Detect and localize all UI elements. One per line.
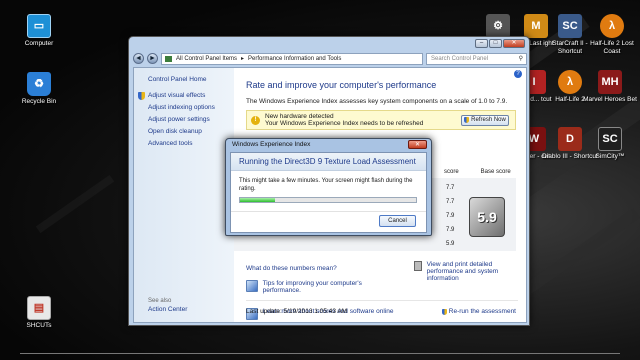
base-score-tile: 5.9 <box>469 197 505 237</box>
address-bar[interactable]: All Control Panel Items ▸ Performance In… <box>161 52 423 65</box>
printer-icon <box>414 261 422 271</box>
rerun-assessment[interactable]: Re-run the assessment <box>441 308 516 315</box>
window-controls: – □ ✕ <box>475 39 525 48</box>
dialog-message: This might take a few minutes. Your scre… <box>239 178 413 192</box>
progress-fill <box>240 198 276 202</box>
sidebar-item-disk-cleanup[interactable]: Open disk cleanup <box>148 126 234 138</box>
divider <box>246 300 518 301</box>
subscore-value: 7.7 <box>446 185 455 191</box>
desktop-icon-marvel-heroes[interactable]: MH Marvel Heroes Bet <box>580 70 640 104</box>
sidebar-control-panel-home[interactable]: Control Panel Home <box>148 74 234 86</box>
base-score-header: Base score <box>480 169 511 175</box>
maximize-button[interactable]: □ <box>489 39 502 48</box>
dialog-title: Windows Experience Index <box>232 141 311 148</box>
uac-shield-icon <box>441 308 447 315</box>
subscore-column: 7.7 7.7 7.9 7.9 5.9 <box>446 181 454 251</box>
desktop-icon-label: SHCUTs <box>26 322 52 329</box>
search-icon: ⚲ <box>518 56 523 62</box>
print-details-link[interactable]: View and print detailed performance and … <box>427 261 524 282</box>
uac-shield-icon <box>138 92 145 100</box>
address-bar-row: ◄ ► All Control Panel Items ▸ Performanc… <box>133 52 527 65</box>
desktop-icon-recycle-bin[interactable]: ♻ Recycle Bin <box>9 72 69 106</box>
desktop-icon-label: Marvel Heroes Bet <box>583 96 637 103</box>
sidebar-item-advanced-tools[interactable]: Advanced tools <box>148 138 234 150</box>
tips-icon <box>246 280 258 292</box>
refresh-now-button[interactable]: Refresh Now <box>461 114 509 126</box>
control-panel-icon <box>165 55 172 62</box>
desktop-icon-label: Recycle Bin <box>21 98 57 105</box>
rerun-assessment-link[interactable]: Re-run the assessment <box>449 308 516 315</box>
subscore-header: score <box>444 169 459 175</box>
recycle-bin-icon: ♻ <box>27 72 51 96</box>
assessment-progress-bar <box>239 197 417 203</box>
subscore-value: 7.7 <box>446 199 455 205</box>
tips-row: Tips for improving your computer's perfo… <box>246 280 396 294</box>
uac-shield-icon <box>464 117 470 123</box>
new-hardware-notice: ! New hardware detected Your Windows Exp… <box>246 110 516 130</box>
info-icon: ! <box>251 115 260 125</box>
notice-text: New hardware detected Your Windows Exper… <box>265 113 423 127</box>
score-table-header: score Base score <box>444 169 511 175</box>
subscore-value: 7.9 <box>446 213 455 219</box>
desktop-divider <box>20 353 620 354</box>
notice-line: New hardware detected <box>265 113 334 120</box>
notice-line: Your Windows Experience Index needs to b… <box>265 120 424 127</box>
what-numbers-row: What do these numbers mean? <box>246 265 337 272</box>
marvel-icon: MH <box>598 70 622 94</box>
breadcrumb-item[interactable]: Performance Information and Tools <box>248 56 341 62</box>
sidebar-item-indexing[interactable]: Adjust indexing options <box>148 102 234 114</box>
desktop-icon-shcuts[interactable]: ▤ SHCUTs <box>9 296 69 330</box>
close-button[interactable]: ✕ <box>503 39 525 48</box>
desktop-icon-simcity[interactable]: SC SimCity™ <box>580 127 640 161</box>
tips-link[interactable]: Tips for improving your computer's perfo… <box>263 280 396 294</box>
breadcrumb-separator-icon: ▸ <box>241 56 245 62</box>
computer-icon: ▭ <box>27 14 51 38</box>
what-numbers-link[interactable]: What do these numbers mean? <box>246 265 337 272</box>
desktop-icon-label: SimCity™ <box>595 153 625 160</box>
search-placeholder: Search Control Panel <box>431 55 489 62</box>
subscore-value: 7.9 <box>446 227 455 233</box>
back-button[interactable]: ◄ <box>133 53 144 64</box>
breadcrumb-item[interactable]: All Control Panel Items <box>176 56 237 62</box>
assessment-dialog: Windows Experience Index ✕ Running the D… <box>225 138 432 236</box>
desktop-icon-computer[interactable]: ▭ Computer <box>9 14 69 48</box>
page-title: Rate and improve your computer's perform… <box>246 80 437 90</box>
diablo-icon: D <box>558 127 582 151</box>
half-life-icon: λ <box>600 14 624 38</box>
dialog-close-button[interactable]: ✕ <box>408 140 427 149</box>
dialog-heading: Running the Direct3D 9 Texture Load Asse… <box>231 153 426 171</box>
sidebar: Control Panel Home Adjust visual effects… <box>134 68 234 322</box>
refresh-now-label: Refresh Now <box>471 117 506 123</box>
subscore-value: 5.9 <box>446 241 455 247</box>
cancel-button[interactable]: Cancel <box>379 215 416 227</box>
dialog-body: Running the Direct3D 9 Texture Load Asse… <box>230 152 427 233</box>
dialog-divider <box>231 211 426 212</box>
search-input[interactable]: Search Control Panel ⚲ <box>426 52 527 65</box>
forward-button[interactable]: ► <box>147 53 158 64</box>
minimize-button[interactable]: – <box>475 39 488 48</box>
sidebar-item-label: Adjust visual effects <box>148 92 206 99</box>
simcity-icon: SC <box>598 127 622 151</box>
action-center-link[interactable]: Action Center <box>148 304 187 316</box>
background-streak <box>35 174 115 234</box>
starcraft-icon: SC <box>558 14 582 38</box>
folder-icon: ▤ <box>27 296 51 320</box>
sidebar-item-visual-effects[interactable]: Adjust visual effects <box>138 90 234 102</box>
help-icon[interactable]: ? <box>514 70 522 78</box>
desktop-icon-half-life-lost-coast[interactable]: λ Half-Life 2 Lost Coast <box>582 14 640 56</box>
last-update-text: Last update: 5/19/2013 1:05:43 AM <box>246 308 348 315</box>
half-life-icon: λ <box>558 70 582 94</box>
desktop-icon-label: Computer <box>24 40 54 47</box>
desktop-icon-label: Half-Life 2 Lost Coast <box>590 40 634 55</box>
sidebar-item-power[interactable]: Adjust power settings <box>148 114 234 126</box>
print-details-row: View and print detailed performance and … <box>414 261 524 282</box>
intro-text: The Windows Experience Index assesses ke… <box>246 98 508 105</box>
